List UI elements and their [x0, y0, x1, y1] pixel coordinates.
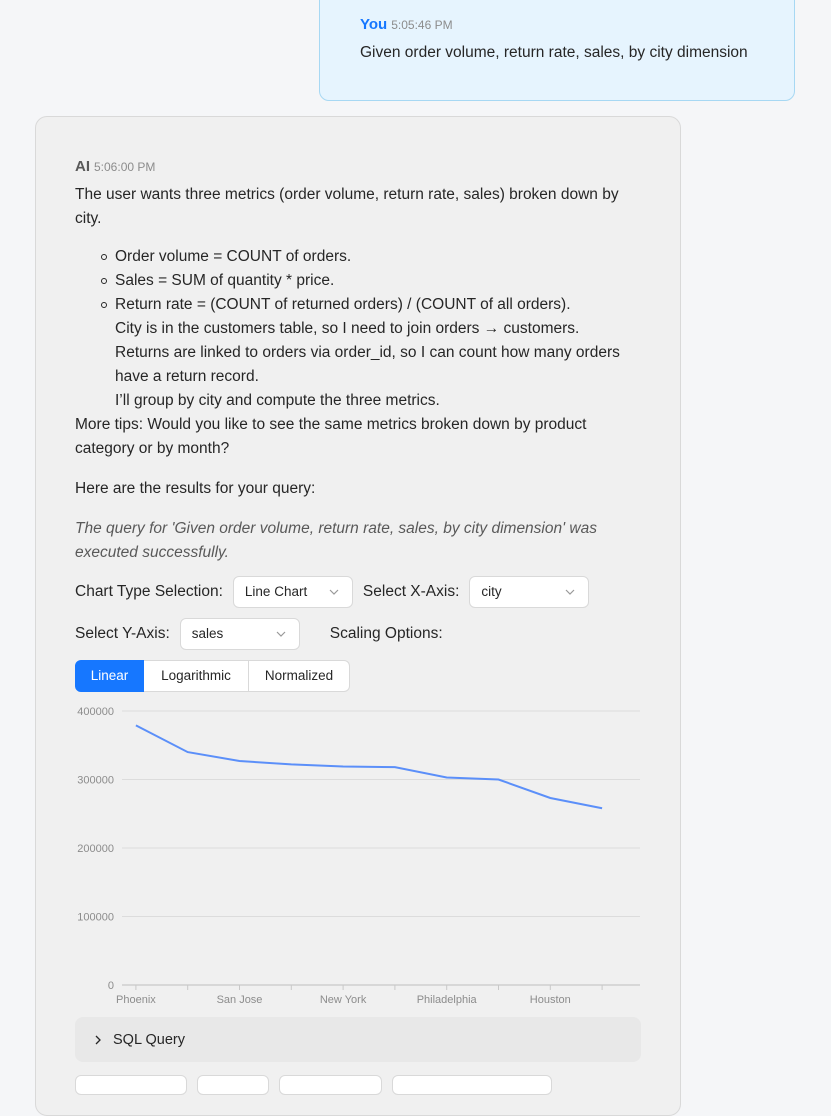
chevron-down-icon	[276, 631, 286, 637]
scaling-options-label: Scaling Options:	[329, 625, 443, 642]
query-success-note: The query for 'Given order volume, retur…	[75, 520, 597, 561]
x-tick-label: San Jose	[217, 994, 263, 1006]
series-line	[135, 724, 603, 810]
y-tick-label: 100000	[77, 912, 114, 924]
ai-message-time: 5:06:00 PM	[94, 160, 156, 174]
metric-definitions-list: Order volume = COUNT of orders. Sales = …	[75, 245, 640, 317]
y-tick-label: 200000	[77, 843, 114, 855]
chart-type-select[interactable]: Line Chart	[232, 576, 353, 608]
scaling-linear-button[interactable]: Linear	[75, 660, 144, 692]
user-message-time: 5:05:46 PM	[391, 18, 453, 32]
list-item: Sales = SUM of quantity * price.	[101, 269, 640, 293]
sql-query-collapse[interactable]: SQL Query	[75, 1017, 641, 1062]
more-tips-text: More tips: Would you like to see the sam…	[75, 416, 587, 457]
chevron-down-icon	[329, 589, 339, 595]
reasoning-line: City is in the customers table, so I nee…	[115, 320, 580, 337]
x-tick-label: Houston	[530, 994, 571, 1006]
reasoning-line: I’ll group by city and compute the three…	[115, 392, 440, 409]
sql-query-label: SQL Query	[113, 1031, 185, 1048]
user-message-header: You 5:05:46 PM	[360, 16, 754, 33]
chart-controls-row-2: Select Y-Axis: sales Scaling Options:	[75, 618, 640, 650]
ai-message-header: AI 5:06:00 PM	[75, 157, 640, 177]
scaling-normalized-button[interactable]: Normalized	[249, 660, 350, 692]
x-axis-select[interactable]: city	[469, 576, 590, 608]
ai-intro-text: The user wants three metrics (order volu…	[75, 186, 619, 227]
x-axis-label: Select X-Axis:	[362, 583, 460, 600]
action-button[interactable]	[392, 1075, 552, 1095]
user-message-text: Given order volume, return rate, sales, …	[360, 44, 748, 61]
ai-sender-name: AI	[75, 158, 90, 175]
y-axis-label: Select Y-Axis:	[75, 625, 170, 642]
y-axis-value: sales	[191, 626, 224, 641]
action-button[interactable]	[75, 1075, 187, 1095]
list-item: Order volume = COUNT of orders.	[101, 245, 640, 269]
x-tick-label: Phoenix	[116, 994, 156, 1006]
user-sender-name: You	[360, 16, 388, 33]
x-tick-label: Philadelphia	[417, 994, 478, 1006]
action-button[interactable]	[197, 1075, 269, 1095]
sales-line-chart: 0 100000 200000 300000 400000 Phoenix San Jose…	[77, 707, 640, 1006]
x-tick-label: New York	[320, 994, 367, 1006]
x-axis-value: city	[481, 584, 502, 599]
user-message-bubble: You 5:05:46 PM Given order volume, retur…	[319, 0, 795, 101]
reasoning-line: Returns are linked to orders via order_i…	[115, 344, 620, 385]
chevron-down-icon	[565, 589, 575, 595]
chevron-right-icon	[95, 1035, 101, 1044]
action-button[interactable]	[279, 1075, 382, 1095]
scaling-segmented-control: Linear Logarithmic Normalized	[75, 660, 640, 692]
y-tick-label: 400000	[77, 707, 114, 718]
y-axis-select[interactable]: sales	[179, 618, 300, 650]
list-item: Return rate = (COUNT of returned orders)…	[101, 293, 640, 317]
chart-controls-row-1: Chart Type Selection: Line Chart Select …	[75, 576, 640, 608]
results-heading: Here are the results for your query:	[75, 480, 316, 497]
chart-type-label: Chart Type Selection:	[75, 583, 223, 600]
ai-message-bubble: AI 5:06:00 PM The user wants three metri…	[35, 116, 681, 1116]
y-tick-label: 0	[108, 980, 114, 992]
scaling-logarithmic-button[interactable]: Logarithmic	[144, 660, 249, 692]
bottom-action-buttons	[75, 1075, 552, 1095]
y-tick-label: 300000	[77, 775, 114, 787]
chart-type-value: Line Chart	[244, 584, 308, 599]
